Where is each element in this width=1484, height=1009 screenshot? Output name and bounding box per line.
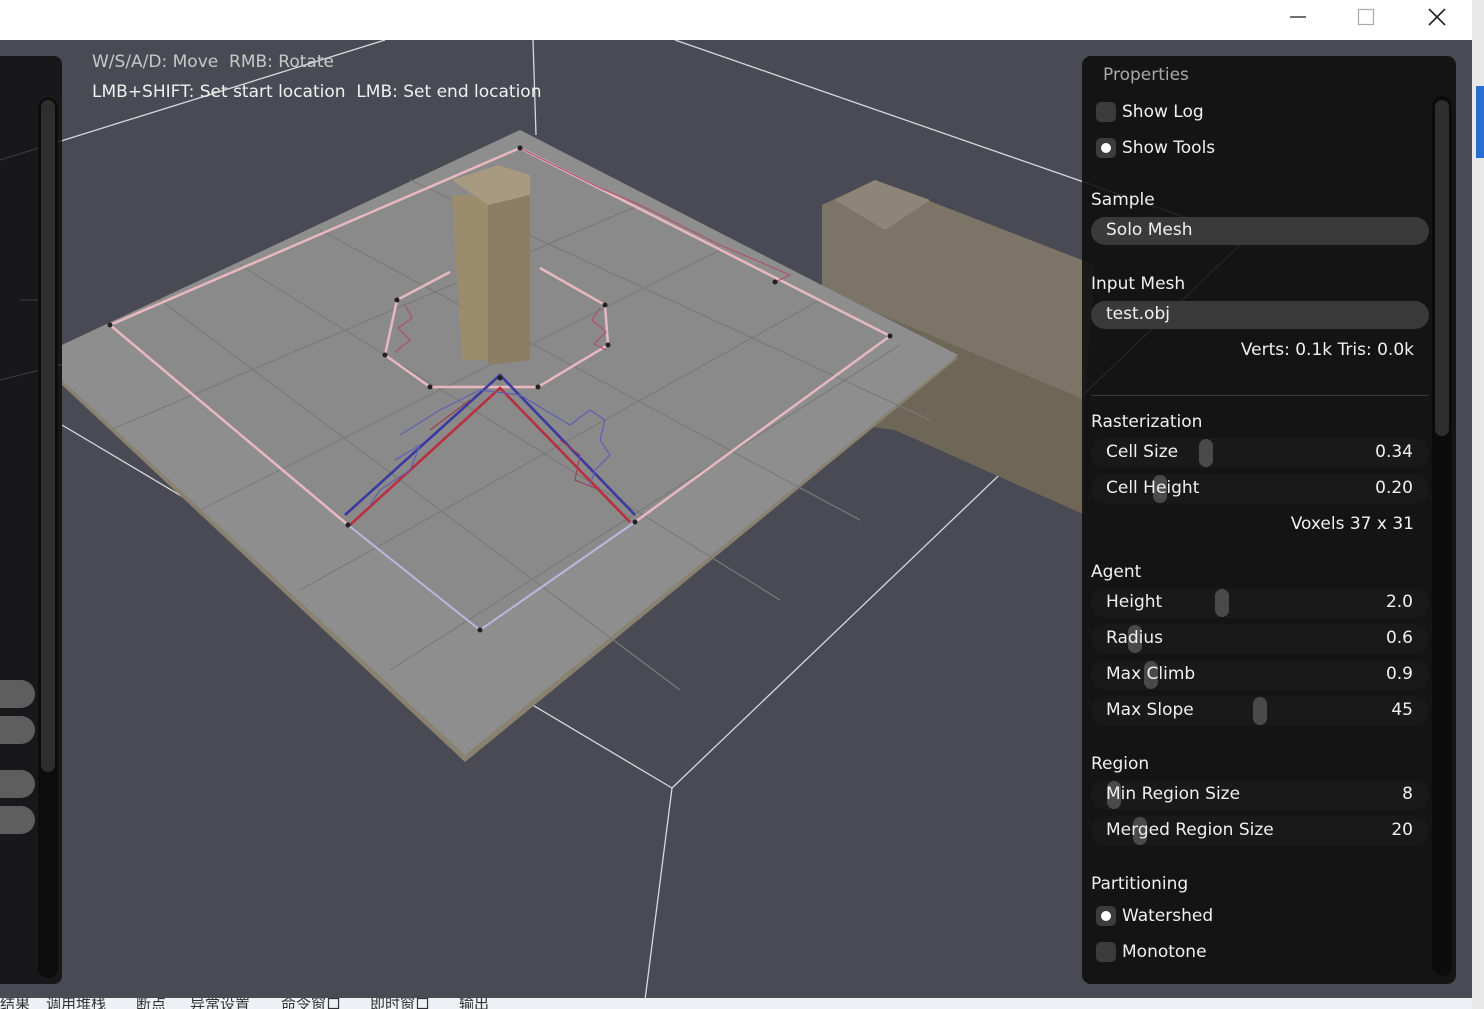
- max-slope-label: Max Slope: [1106, 700, 1194, 720]
- agent-radius-label: Radius: [1106, 628, 1164, 648]
- input-mesh-heading: Input Mesh: [1091, 274, 1186, 294]
- pillar: [452, 165, 530, 365]
- panel-title: Properties: [1103, 65, 1189, 85]
- show-log-checkbox[interactable]: Show Log: [1096, 99, 1204, 125]
- max-slope-slider[interactable]: Max Slope 45: [1091, 696, 1429, 726]
- monotone-radio[interactable]: Monotone: [1096, 939, 1207, 965]
- cell-size-value: 0.34: [1375, 442, 1413, 462]
- min-region-size-slider[interactable]: Min Region Size 8: [1091, 780, 1429, 810]
- bg-tab[interactable]: 结果: [0, 998, 30, 1009]
- agent-radius-slider[interactable]: Radius 0.6: [1091, 624, 1429, 654]
- merged-region-size-label: Merged Region Size: [1106, 820, 1274, 840]
- min-region-size-label: Min Region Size: [1106, 784, 1241, 804]
- max-climb-label: Max Climb: [1106, 664, 1196, 684]
- agent-height-slider[interactable]: Height 2.0: [1091, 588, 1429, 618]
- max-climb-slider[interactable]: Max Climb 0.9: [1091, 660, 1429, 690]
- cell-size-label: Cell Size: [1106, 442, 1179, 462]
- show-log-label: Show Log: [1122, 102, 1204, 122]
- properties-scrollbar-thumb[interactable]: [1435, 100, 1449, 436]
- checkbox-box-checked: [1096, 138, 1116, 158]
- region-heading: Region: [1091, 754, 1150, 774]
- sample-heading: Sample: [1091, 190, 1155, 210]
- tool-button-1[interactable]: [0, 680, 35, 708]
- window-title-bar: [0, 0, 1472, 40]
- slider-knob[interactable]: [1215, 589, 1229, 617]
- voxels-info: Voxels 37 x 31: [1290, 514, 1414, 534]
- controls-hint-move: W/S/A/D: Move RMB: Rotate: [92, 52, 334, 72]
- slider-knob[interactable]: [1253, 697, 1267, 725]
- input-mesh-selector[interactable]: test.obj: [1091, 301, 1429, 329]
- section-divider: [1091, 395, 1429, 396]
- background-accent: [1476, 86, 1484, 158]
- show-tools-checkbox[interactable]: Show Tools: [1096, 135, 1215, 161]
- maximize-icon: [1357, 8, 1375, 26]
- monotone-label: Monotone: [1122, 942, 1207, 962]
- slider-knob[interactable]: [1199, 439, 1213, 467]
- agent-heading: Agent: [1091, 562, 1142, 582]
- partitioning-heading: Partitioning: [1091, 874, 1189, 894]
- left-scrollbar-thumb[interactable]: [41, 100, 55, 772]
- agent-height-label: Height: [1106, 592, 1163, 612]
- merged-region-size-slider[interactable]: Merged Region Size 20: [1091, 816, 1429, 846]
- background-taskbar-tabs: 结果 调用堆栈 断点 异常设置 命令窗口 即时窗口 输出: [0, 998, 1472, 1009]
- input-mesh-value: test.obj: [1106, 304, 1170, 324]
- bg-tab[interactable]: 异常设置: [190, 998, 250, 1009]
- bg-tab[interactable]: 命令窗口: [281, 998, 341, 1009]
- minimize-button[interactable]: [1275, 0, 1321, 34]
- checkbox-box: [1096, 102, 1116, 122]
- bg-tab[interactable]: 输出: [459, 998, 489, 1009]
- radio-selected: [1096, 906, 1116, 926]
- min-region-size-value: 8: [1402, 784, 1413, 804]
- left-tools-panel: [0, 56, 62, 984]
- agent-radius-value: 0.6: [1385, 628, 1413, 648]
- cell-size-slider[interactable]: Cell Size 0.34: [1091, 438, 1429, 468]
- bg-tab[interactable]: 调用堆栈: [46, 998, 106, 1009]
- cell-height-label: Cell Height: [1106, 478, 1200, 498]
- close-button[interactable]: [1414, 0, 1460, 34]
- sample-selector[interactable]: Solo Mesh: [1091, 217, 1429, 245]
- bg-tab[interactable]: 即时窗口: [370, 998, 430, 1009]
- watershed-label: Watershed: [1122, 906, 1214, 926]
- cell-height-slider[interactable]: Cell Height 0.20: [1091, 474, 1429, 504]
- max-slope-value: 45: [1391, 700, 1413, 720]
- agent-height-value: 2.0: [1385, 592, 1413, 612]
- tool-button-2[interactable]: [0, 716, 35, 744]
- max-climb-value: 0.9: [1385, 664, 1413, 684]
- mesh-stats: Verts: 0.1k Tris: 0.0k: [1240, 340, 1414, 360]
- properties-panel: Properties Show Log Show Tools Sample So…: [1082, 56, 1456, 984]
- watershed-radio[interactable]: Watershed: [1096, 903, 1213, 929]
- tool-button-3[interactable]: [0, 770, 35, 798]
- merged-region-size-value: 20: [1391, 820, 1413, 840]
- sample-value: Solo Mesh: [1106, 220, 1193, 240]
- tool-button-4[interactable]: [0, 806, 35, 834]
- controls-hint-location: LMB+SHIFT: Set start location LMB: Set e…: [92, 82, 542, 102]
- radio-unselected: [1096, 942, 1116, 962]
- cell-height-value: 0.20: [1375, 478, 1413, 498]
- rasterization-heading: Rasterization: [1091, 412, 1203, 432]
- maximize-button[interactable]: [1343, 0, 1389, 34]
- minimize-icon: [1290, 16, 1306, 18]
- background-window-edge: [1472, 0, 1484, 1009]
- close-icon: [1428, 8, 1446, 26]
- show-tools-label: Show Tools: [1122, 138, 1216, 158]
- 3d-viewport[interactable]: W/S/A/D: Move RMB: Rotate LMB+SHIFT: Set…: [0, 40, 1472, 998]
- bg-tab[interactable]: 断点: [136, 998, 166, 1009]
